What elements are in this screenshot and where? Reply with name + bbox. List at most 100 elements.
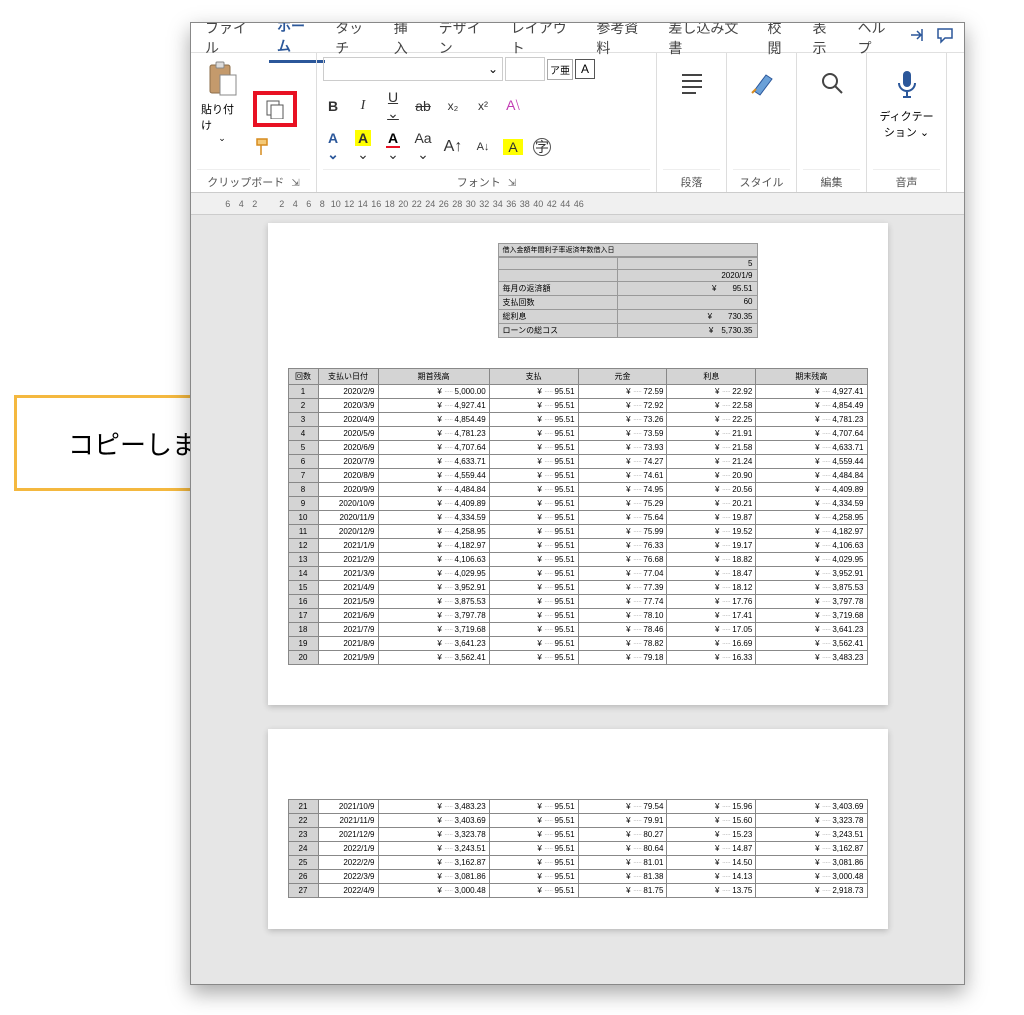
- ruler-horizontal[interactable]: 6422468101214161820222426283032343638404…: [191, 193, 964, 215]
- table-row: 182021/7/9¥ ····· 3,719.68¥ ····· 95.51¥…: [288, 623, 867, 637]
- ruler-tick: 10: [329, 199, 343, 209]
- ruler-tick: 46: [572, 199, 586, 209]
- table-row: 52020/6/9¥ ····· 4,707.64¥ ····· 95.51¥ …: [288, 441, 867, 455]
- table-row: 72020/8/9¥ ····· 4,559.44¥ ····· 95.51¥ …: [288, 469, 867, 483]
- font-size-combo[interactable]: [505, 57, 545, 81]
- summary-row: 2020/1/9: [498, 270, 758, 282]
- ruler-tick: 26: [437, 199, 451, 209]
- ruler-tick: 38: [518, 199, 532, 209]
- grow-font-button[interactable]: A↑: [443, 138, 463, 156]
- font-color-button[interactable]: A ⌄: [383, 130, 403, 163]
- shrink-font-button[interactable]: A↓: [473, 141, 493, 153]
- font-group: ⌄ ア亜 A B I U ⌄ ab x₂ x² A⧵ A ⌄ A ⌄: [317, 53, 657, 192]
- table-row: 172021/6/9¥ ····· 3,797.78¥ ····· 95.51¥…: [288, 609, 867, 623]
- search-icon: [803, 69, 860, 104]
- table-row: 262022/3/9¥ ····· 3,081.86¥ ····· 95.51¥…: [288, 870, 867, 884]
- table-row: 242022/1/9¥ ····· 3,243.51¥ ····· 95.51¥…: [288, 842, 867, 856]
- table-row: 12020/2/9¥ ····· 5,000.00¥ ····· 95.51¥ …: [288, 385, 867, 399]
- copy-button[interactable]: [253, 91, 297, 127]
- table-row: 232021/12/9¥ ····· 3,323.78¥ ····· 95.51…: [288, 828, 867, 842]
- chevron-down-icon: ⌄: [218, 133, 226, 144]
- paste-button[interactable]: 貼り付け ⌄: [197, 57, 247, 148]
- clipboard-launcher-icon[interactable]: ⇲: [291, 178, 299, 189]
- styles-group[interactable]: スタイル: [727, 53, 797, 192]
- char-box-icon[interactable]: A: [575, 59, 595, 79]
- loan-table-page2: 212021/10/9¥ ····· 3,483.23¥ ····· 95.51…: [288, 799, 868, 898]
- ruler-tick: 8: [316, 199, 330, 209]
- ruler-tick: 30: [464, 199, 478, 209]
- ruby-icon[interactable]: ア亜: [547, 59, 573, 80]
- ruler-tick: 42: [545, 199, 559, 209]
- ruler-tick: 4: [289, 199, 303, 209]
- summary-box: 52020/1/9毎月の返済額¥ 95.51支払回数60総利息¥ 730.35ロ…: [498, 257, 758, 338]
- editing-group[interactable]: 編集: [797, 53, 867, 192]
- highlight-button[interactable]: A ⌄: [353, 130, 373, 163]
- ruler-tick: 2: [248, 199, 262, 209]
- table-header: 期首残高: [378, 369, 489, 385]
- ribbon: 貼り付け ⌄ ✂ クリップボード ⇲ ⌄: [191, 53, 964, 193]
- ruler-tick: 34: [491, 199, 505, 209]
- ruler-tick: 28: [451, 199, 465, 209]
- table-row: 132021/2/9¥ ····· 4,106.63¥ ····· 95.51¥…: [288, 553, 867, 567]
- char-shading-icon[interactable]: A: [503, 139, 523, 155]
- superscript-button[interactable]: x²: [473, 99, 493, 113]
- table-row: 92020/10/9¥ ····· 4,409.89¥ ····· 95.51¥…: [288, 497, 867, 511]
- summary-row: 毎月の返済額¥ 95.51: [498, 282, 758, 296]
- ruler-tick: 22: [410, 199, 424, 209]
- table-row: 222021/11/9¥ ····· 3,403.69¥ ····· 95.51…: [288, 814, 867, 828]
- ruler-tick: 40: [532, 199, 546, 209]
- bold-button[interactable]: B: [323, 98, 343, 114]
- italic-button[interactable]: I: [353, 98, 373, 114]
- table-row: 82020/9/9¥ ····· 4,484.84¥ ····· 95.51¥ …: [288, 483, 867, 497]
- ruler-tick: 20: [397, 199, 411, 209]
- table-row: 212021/10/9¥ ····· 3,483.23¥ ····· 95.51…: [288, 800, 867, 814]
- table-row: 252022/2/9¥ ····· 3,162.87¥ ····· 95.51¥…: [288, 856, 867, 870]
- table-header: 支払: [489, 369, 578, 385]
- microphone-icon: [873, 69, 940, 108]
- table-row: 22020/3/9¥ ····· 4,927.41¥ ····· 95.51¥ …: [288, 399, 867, 413]
- styles-icon: [733, 69, 790, 104]
- table-row: 202021/9/9¥ ····· 3,562.41¥ ····· 95.51¥…: [288, 651, 867, 665]
- subscript-button[interactable]: x₂: [443, 99, 463, 113]
- table-header: 期末残高: [756, 369, 867, 385]
- table-header: 回数: [288, 369, 318, 385]
- ruler-tick: 16: [370, 199, 384, 209]
- summary-header: 借入金額年間利子率返済年数借入日: [498, 243, 758, 257]
- ruler-tick: 24: [424, 199, 438, 209]
- table-row: 162021/5/9¥ ····· 3,875.53¥ ····· 95.51¥…: [288, 595, 867, 609]
- table-header: 元金: [578, 369, 667, 385]
- ruler-tick: 6: [302, 199, 316, 209]
- page-1: 借入金額年間利子率返済年数借入日 52020/1/9毎月の返済額¥ 95.51支…: [268, 223, 888, 705]
- underline-button[interactable]: U ⌄: [383, 89, 403, 122]
- text-effects-button[interactable]: A ⌄: [323, 130, 343, 163]
- table-row: 62020/7/9¥ ····· 4,633.71¥ ····· 95.51¥ …: [288, 455, 867, 469]
- ruler-tick: 4: [235, 199, 249, 209]
- ruler-tick: 14: [356, 199, 370, 209]
- font-launcher-icon[interactable]: ⇲: [508, 178, 516, 189]
- ruler-tick: 2: [275, 199, 289, 209]
- share-icon[interactable]: [908, 26, 926, 49]
- summary-row: 5: [498, 257, 758, 270]
- page-2: 212021/10/9¥ ····· 3,483.23¥ ····· 95.51…: [268, 729, 888, 929]
- summary-row: 総利息¥ 730.35: [498, 310, 758, 324]
- change-case-button[interactable]: Aa ⌄: [413, 130, 433, 163]
- summary-row: 支払回数60: [498, 296, 758, 310]
- enclose-char-icon[interactable]: 字: [533, 138, 551, 156]
- dictation-group[interactable]: ディクテー ション ⌄ 音声: [867, 53, 947, 192]
- ruler-tick: 12: [343, 199, 357, 209]
- clipboard-group: 貼り付け ⌄ ✂ クリップボード ⇲: [191, 53, 317, 192]
- clear-format-button[interactable]: A⧵: [503, 97, 523, 114]
- font-name-combo[interactable]: ⌄: [323, 57, 503, 81]
- comments-icon[interactable]: [936, 26, 954, 49]
- ruler-tick: 36: [505, 199, 519, 209]
- table-header: 利息: [667, 369, 756, 385]
- paragraph-group[interactable]: 段落: [657, 53, 727, 192]
- strikethrough-button[interactable]: ab: [413, 98, 433, 114]
- table-header: 支払い日付: [318, 369, 378, 385]
- ruler-tick: 32: [478, 199, 492, 209]
- format-painter-icon[interactable]: [253, 137, 297, 162]
- table-row: 122021/1/9¥ ····· 4,182.97¥ ····· 95.51¥…: [288, 539, 867, 553]
- table-row: 152021/4/9¥ ····· 3,952.91¥ ····· 95.51¥…: [288, 581, 867, 595]
- document-area[interactable]: 6422468101214161820222426283032343638404…: [191, 193, 964, 985]
- paragraph-icon: [663, 69, 720, 104]
